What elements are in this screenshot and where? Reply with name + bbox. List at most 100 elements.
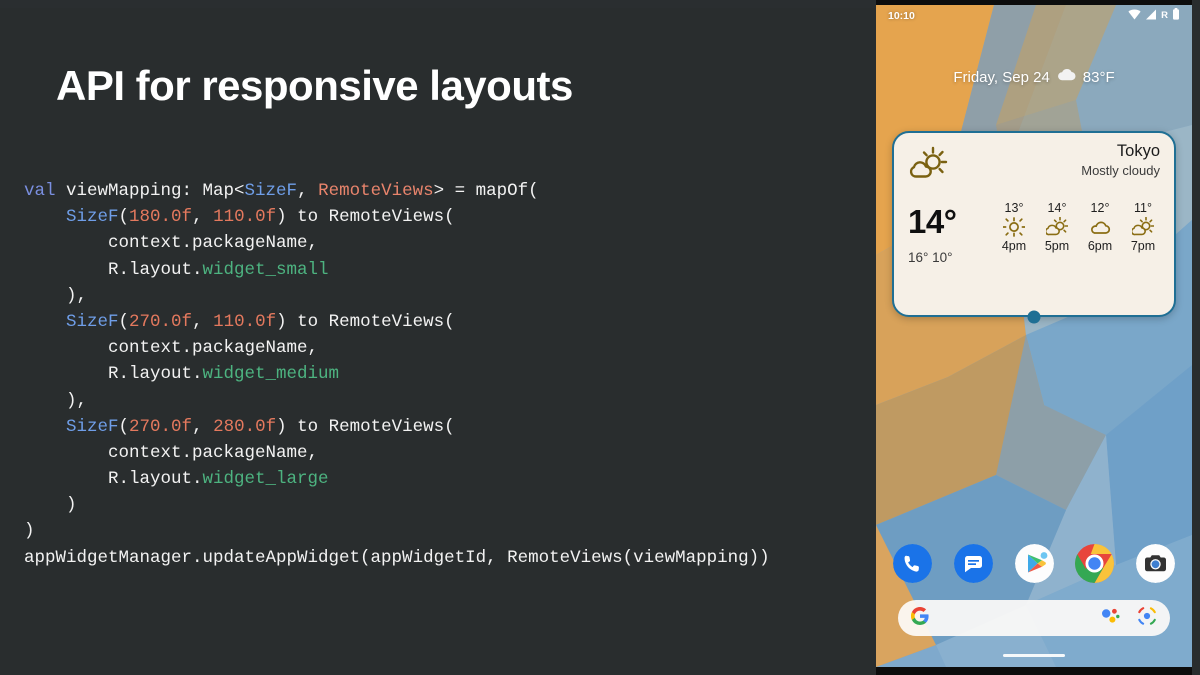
hourly-forecast-column: 11° 7pm — [1126, 201, 1160, 265]
code-token: context.packageName, — [24, 338, 319, 359]
weather-widget-header: Tokyo Mostly cloudy — [894, 133, 1174, 195]
weather-widget-high-low: 16° 10° — [908, 250, 953, 265]
code-token: context.packageName, — [24, 233, 319, 254]
wifi-icon — [1128, 7, 1141, 25]
code-token: viewMapping: Map< — [55, 181, 245, 201]
home-date-weather-row[interactable]: Friday, Sep 24 83°F — [876, 68, 1192, 86]
home-date-label: Friday, Sep 24 — [953, 68, 1050, 86]
weather-widget-body: 14° 16° 10° 13° 4pm 14° 5pm 12° 6pm 11° 7pm — [894, 195, 1174, 265]
code-token: widget_medium — [202, 364, 340, 385]
code-token: ) to RemoteViews( — [276, 416, 455, 437]
hourly-temp: 13° — [1004, 201, 1024, 215]
code-token: ), — [24, 285, 88, 306]
page-title: API for responsive layouts — [56, 62, 573, 109]
code-token: 280.0f — [213, 416, 277, 437]
code-token: ) — [24, 521, 35, 542]
camera-icon — [1136, 544, 1175, 583]
slide-top-band — [0, 0, 876, 8]
status-bar-icons: R — [1128, 7, 1180, 25]
code-line: ), — [24, 388, 864, 414]
weather-widget[interactable]: Tokyo Mostly cloudy 14° 16° 10° 13° 4pm 14… — [892, 131, 1176, 317]
code-line: SizeF(270.0f, 280.0f) to RemoteViews( — [24, 414, 864, 440]
battery-icon — [1172, 7, 1180, 25]
camera-app[interactable] — [1136, 544, 1175, 583]
code-line: SizeF(270.0f, 110.0f) to RemoteViews( — [24, 309, 864, 335]
code-token: SizeF — [66, 416, 119, 437]
code-token: appWidgetManager.updateAppWidget(appWidg… — [24, 547, 770, 568]
code-token: ( — [118, 207, 130, 228]
hourly-forecast-column: 14° 5pm — [1040, 201, 1074, 265]
hourly-temp: 11° — [1134, 201, 1152, 215]
roaming-icon: R — [1161, 10, 1168, 22]
home-gesture-indicator[interactable] — [1003, 654, 1065, 657]
code-line: context.packageName, — [24, 230, 864, 256]
code-token: , — [192, 207, 214, 228]
code-token: R.layout. — [24, 259, 203, 280]
code-line: val viewMapping: Map<SizeF, RemoteViews>… — [24, 178, 864, 204]
code-token: 270.0f — [129, 311, 193, 332]
code-token: 180.0f — [129, 207, 193, 228]
phone-bezel-top — [876, 0, 1192, 5]
messages-app[interactable] — [953, 544, 993, 583]
signal-icon — [1145, 7, 1157, 25]
phone-app[interactable] — [893, 544, 932, 583]
code-line: ) — [24, 492, 864, 518]
code-token: context.packageName, — [24, 442, 319, 463]
code-token: , — [192, 311, 214, 332]
code-token: ) — [24, 495, 77, 516]
phone-icon — [893, 544, 932, 583]
code-token: R.layout. — [24, 364, 203, 385]
hourly-icon-wrap — [997, 216, 1031, 238]
code-line: appWidgetManager.updateAppWidget(appWidg… — [24, 545, 864, 571]
phone-screenshot: 10:10 R Friday, Sep 24 83°F Tokyo Mostly… — [876, 0, 1192, 675]
play-store-app[interactable] — [1014, 544, 1054, 583]
google-search-bar[interactable] — [898, 600, 1170, 636]
hourly-icon-wrap — [1040, 216, 1074, 238]
google-lens-icon[interactable] — [1137, 606, 1157, 631]
hourly-icon-wrap — [1083, 216, 1117, 238]
code-token: widget_large — [202, 469, 329, 490]
hourly-temp: 14° — [1047, 201, 1067, 215]
status-bar-clock: 10:10 — [888, 10, 915, 22]
weather-widget-current-block: 14° 16° 10° — [908, 201, 997, 265]
widget-resize-handle[interactable] — [1027, 310, 1041, 324]
code-token: ( — [118, 416, 130, 437]
chrome-app[interactable] — [1075, 544, 1115, 583]
weather-widget-hourly-forecast: 13° 4pm 14° 5pm 12° 6pm 11° 7pm — [997, 201, 1160, 265]
cloud-icon — [1091, 221, 1111, 234]
code-token: ( — [118, 311, 130, 332]
hourly-time: 5pm — [1044, 239, 1070, 253]
code-block: val viewMapping: Map<SizeF, RemoteViews>… — [24, 178, 864, 571]
hourly-time: 4pm — [1001, 239, 1027, 253]
sun-behind-cloud-icon — [908, 146, 948, 187]
weather-widget-location-block: Tokyo Mostly cloudy — [1081, 142, 1160, 178]
weather-widget-condition: Mostly cloudy — [1081, 163, 1160, 178]
code-line: ) — [24, 518, 864, 544]
code-token: , — [192, 416, 214, 437]
code-line: context.packageName, — [24, 440, 864, 466]
sun-behind-cloud-icon — [1046, 217, 1068, 236]
code-token: , — [297, 181, 319, 201]
hourly-time: 6pm — [1087, 239, 1113, 253]
sun-icon — [1003, 217, 1025, 237]
sun-behind-cloud-icon — [1132, 217, 1154, 236]
code-token: 270.0f — [129, 416, 193, 437]
code-line: context.packageName, — [24, 335, 864, 361]
hourly-time: 7pm — [1130, 239, 1156, 253]
code-token: 110.0f — [213, 311, 277, 332]
google-g-icon — [910, 606, 929, 630]
code-line: R.layout.widget_large — [24, 466, 864, 492]
code-token: ) to RemoteViews( — [276, 207, 455, 228]
code-token: val — [24, 181, 56, 201]
google-assistant-icon[interactable] — [1101, 607, 1121, 630]
home-temperature-label: 83°F — [1082, 68, 1115, 86]
code-line: R.layout.widget_small — [24, 257, 864, 283]
code-line: ), — [24, 283, 864, 309]
status-bar: 10:10 R — [876, 5, 1192, 27]
hourly-temp: 12° — [1090, 201, 1110, 215]
chrome-icon — [1075, 544, 1115, 583]
code-token: RemoteViews — [318, 181, 434, 201]
code-token: ), — [24, 390, 88, 411]
